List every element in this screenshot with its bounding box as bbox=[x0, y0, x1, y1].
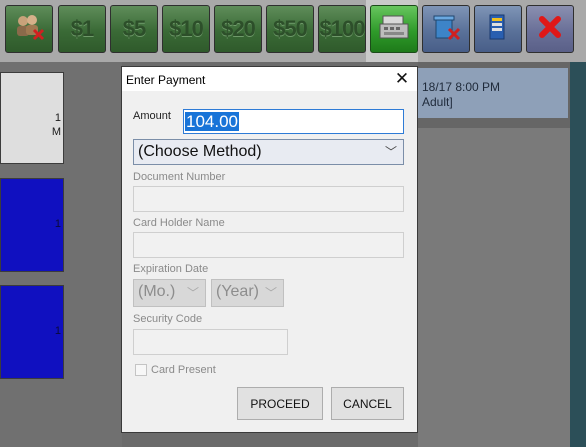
expiration-label: Expiration Date bbox=[133, 263, 209, 275]
chevron-down-icon: ﹀ bbox=[264, 286, 277, 300]
dollar-100-label: $100 bbox=[319, 16, 366, 41]
amount-value: 104.00 bbox=[185, 112, 239, 131]
dollar-10-label: $10 bbox=[169, 16, 204, 41]
files-button[interactable] bbox=[474, 5, 522, 53]
side-strip bbox=[570, 62, 586, 447]
dollar-10-button[interactable]: $10 bbox=[162, 5, 210, 53]
seat-card-text: 1 bbox=[54, 325, 61, 337]
seat-card[interactable]: 1 bbox=[0, 285, 64, 379]
card-holder-label: Card Holder Name bbox=[133, 217, 225, 229]
dialog-titlebar: Enter Payment ✕ bbox=[122, 67, 417, 91]
cash-register-button[interactable] bbox=[370, 5, 418, 53]
event-ticket-type: Adult] bbox=[422, 95, 453, 109]
card-present-checkbox[interactable] bbox=[135, 364, 147, 376]
toolbar: $1 $5 $10 $20 $50 $100 bbox=[0, 0, 586, 62]
order-list bbox=[418, 128, 570, 447]
dollar-50-label: $50 bbox=[273, 16, 308, 41]
dollar-1-button[interactable]: $1 bbox=[58, 5, 106, 53]
dollar-5-button[interactable]: $5 bbox=[110, 5, 158, 53]
void-button[interactable] bbox=[422, 5, 470, 53]
cash-register-icon bbox=[377, 12, 411, 47]
document-number-label: Document Number bbox=[133, 171, 226, 183]
security-code-label: Security Code bbox=[133, 313, 203, 325]
expiration-year-value: (Year) bbox=[216, 283, 259, 300]
expiration-month-value: (Mo.) bbox=[138, 283, 176, 300]
seat-card-text: M bbox=[51, 126, 61, 138]
trash-remove-icon bbox=[429, 12, 463, 47]
payment-method-select[interactable]: (Choose Method) ﹀ bbox=[133, 139, 404, 165]
cancel-button[interactable]: CANCEL bbox=[331, 387, 404, 420]
event-datetime: 18/17 8:00 PM bbox=[422, 80, 501, 94]
dollar-5-label: $5 bbox=[122, 16, 147, 41]
security-code-field[interactable] bbox=[133, 329, 288, 355]
chevron-down-icon: ﹀ bbox=[384, 145, 397, 159]
close-icon bbox=[535, 12, 565, 47]
close-icon[interactable]: ✕ bbox=[393, 70, 411, 88]
exit-button[interactable] bbox=[526, 5, 574, 53]
chevron-down-icon: ﹀ bbox=[186, 286, 199, 300]
expiration-month-select[interactable]: (Mo.) ﹀ bbox=[133, 279, 206, 307]
dollar-100-button[interactable]: $100 bbox=[318, 5, 366, 53]
seat-card-text: 1 bbox=[54, 112, 61, 124]
event-info[interactable]: 18/17 8:00 PM Adult] bbox=[418, 68, 568, 118]
dollar-50-button[interactable]: $50 bbox=[266, 5, 314, 53]
dollar-20-label: $20 bbox=[221, 16, 256, 41]
seat-card-text: 1 bbox=[54, 218, 61, 230]
amount-input[interactable]: 104.00 bbox=[183, 109, 404, 134]
payment-method-value: (Choose Method) bbox=[138, 143, 262, 160]
dollar-20-button[interactable]: $20 bbox=[214, 5, 262, 53]
amount-label: Amount bbox=[133, 110, 171, 122]
document-number-field[interactable] bbox=[133, 186, 404, 212]
card-holder-field[interactable] bbox=[133, 232, 404, 258]
card-present-label: Card Present bbox=[151, 364, 216, 376]
cancel-label: CANCEL bbox=[343, 396, 392, 411]
account-button[interactable] bbox=[5, 5, 53, 53]
dollar-1-label: $1 bbox=[70, 16, 95, 41]
files-icon bbox=[481, 12, 515, 47]
expiration-year-select[interactable]: (Year) ﹀ bbox=[211, 279, 284, 307]
seat-card[interactable]: 1 M bbox=[0, 72, 64, 164]
enter-payment-dialog: Enter Payment ✕ Amount 104.00 (Choose Me… bbox=[121, 66, 418, 433]
seat-card[interactable]: 1 bbox=[0, 178, 64, 272]
dialog-title: Enter Payment bbox=[126, 73, 206, 87]
proceed-button[interactable]: PROCEED bbox=[237, 387, 323, 420]
people-remove-icon bbox=[12, 12, 46, 47]
proceed-label: PROCEED bbox=[250, 396, 310, 411]
